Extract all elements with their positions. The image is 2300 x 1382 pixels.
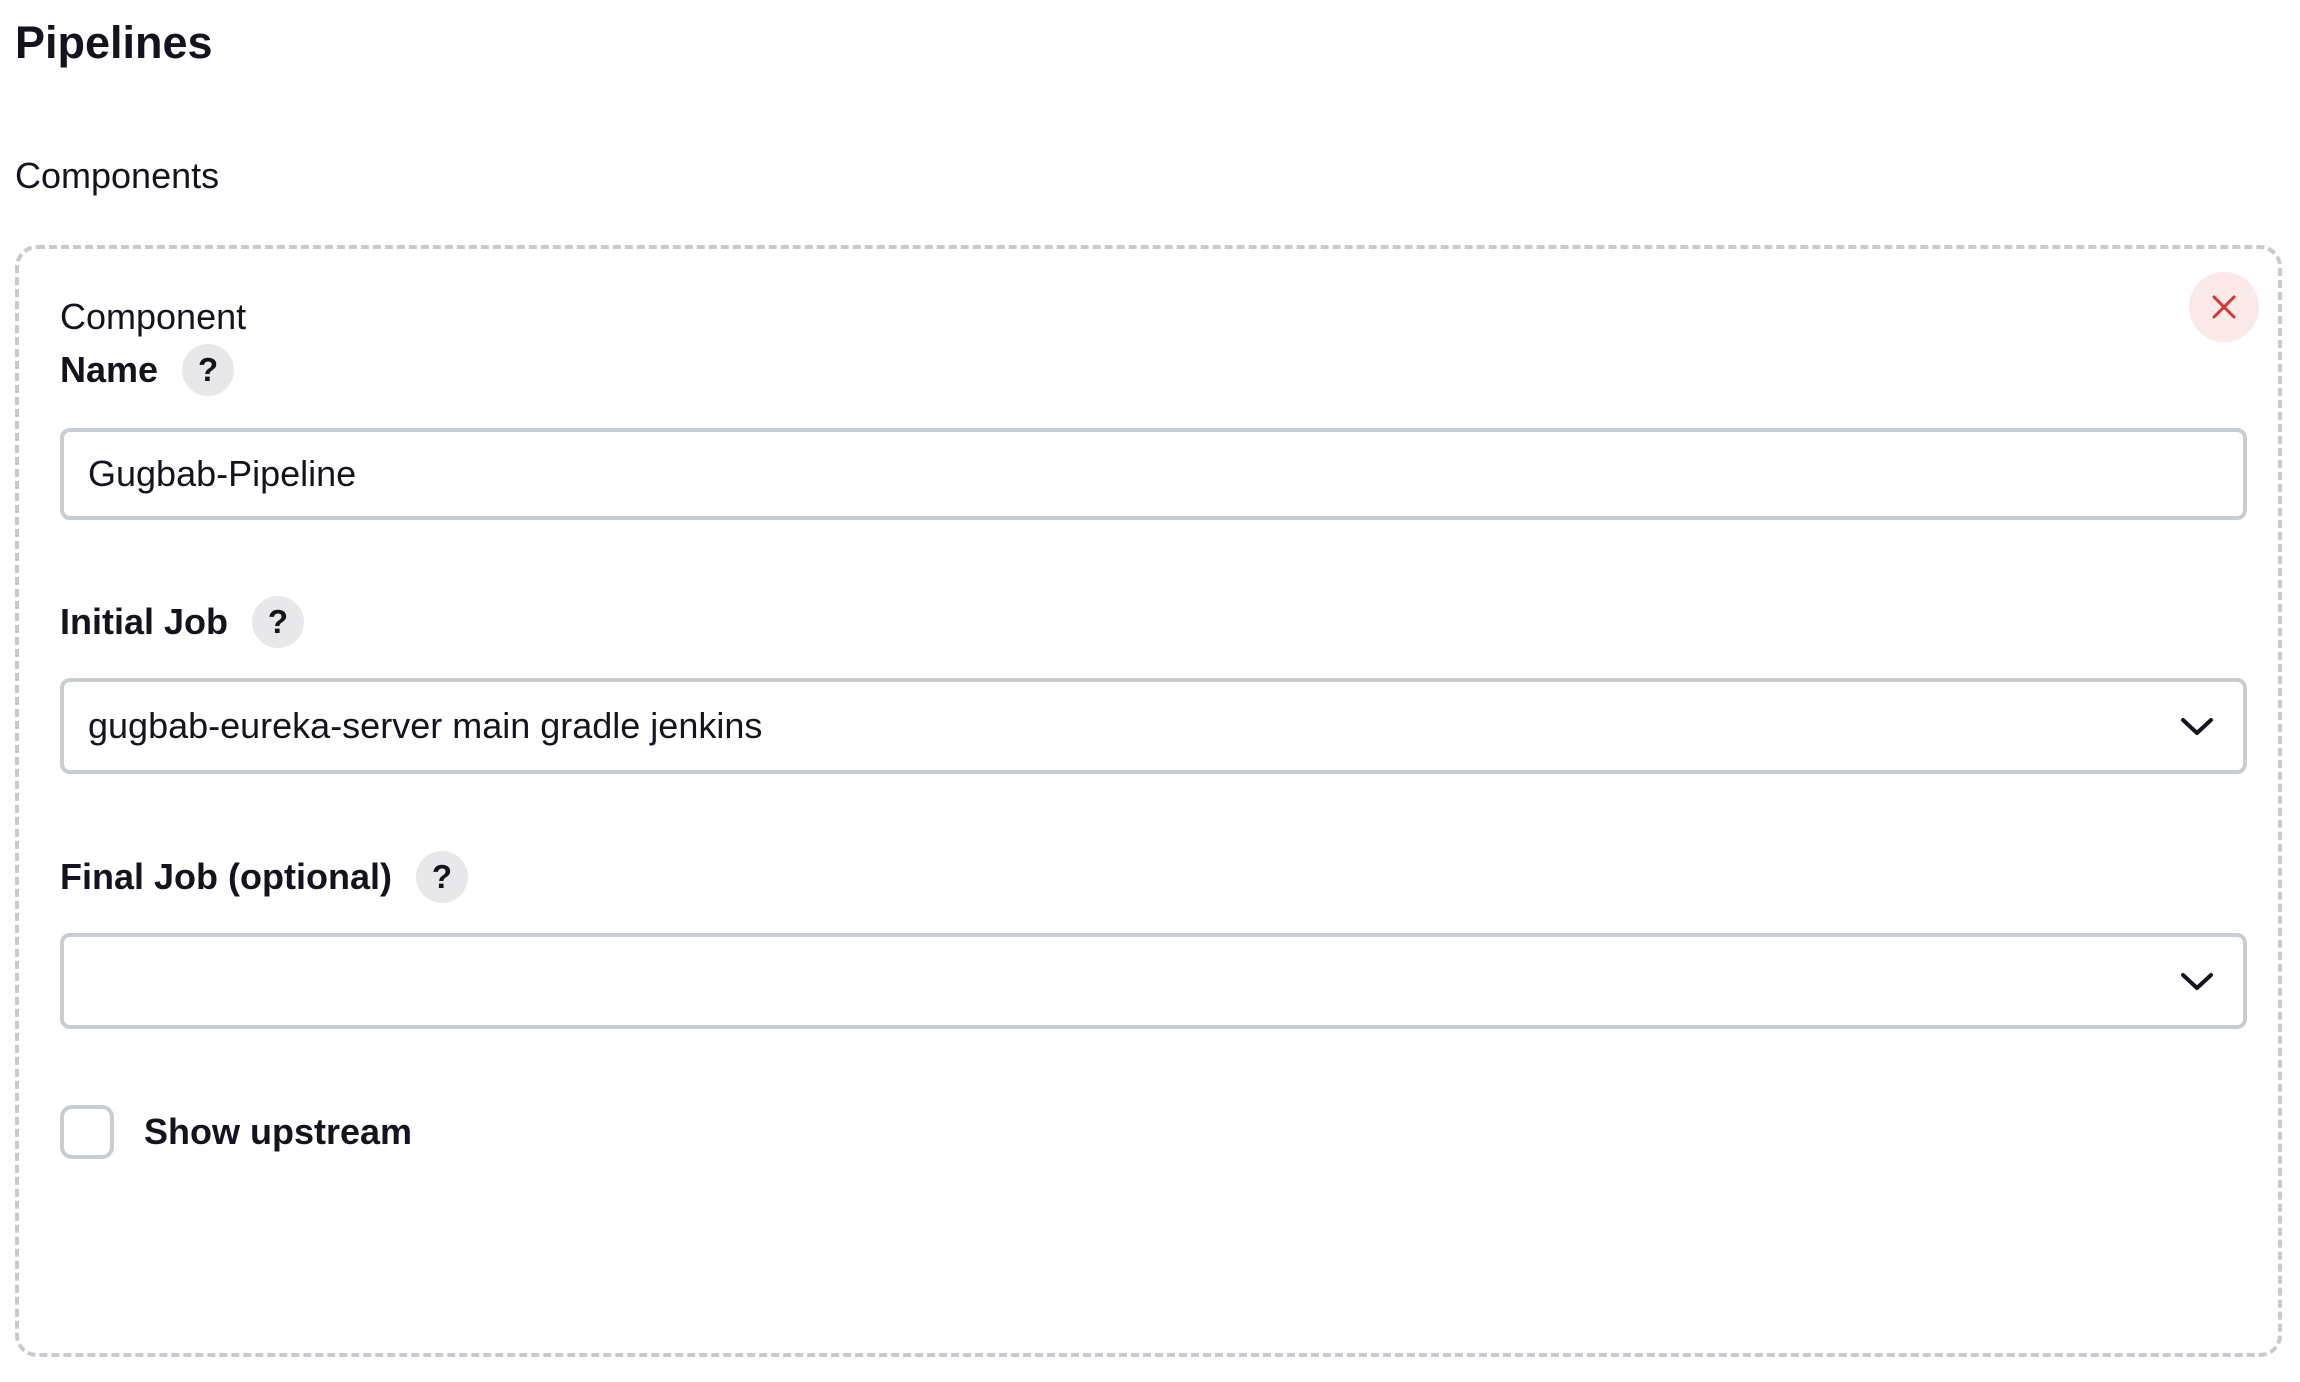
initial-job-label-row: Initial Job ? (60, 596, 305, 648)
chevron-down-icon (2181, 718, 2213, 735)
name-field-label-row: Name ? (60, 344, 235, 396)
section-label-components: Components (15, 155, 220, 196)
initial-job-select[interactable]: gugbab-eureka-server main gradle jenkins (60, 678, 2247, 774)
final-job-label: Final Job (optional) (60, 856, 392, 897)
component-card (15, 245, 2282, 1357)
component-heading: Component (60, 296, 247, 337)
chevron-down-icon (2181, 973, 2213, 990)
initial-job-help-icon[interactable]: ? (252, 596, 305, 648)
initial-job-label: Initial Job (60, 601, 229, 642)
delete-component-button[interactable] (2189, 272, 2259, 342)
final-job-help-icon[interactable]: ? (415, 851, 468, 903)
name-input[interactable] (60, 428, 2247, 520)
final-job-select[interactable] (60, 933, 2247, 1029)
pipelines-config-page: Pipelines Components Component Name ? In… (0, 0, 2300, 1382)
name-label: Name (60, 349, 159, 390)
name-help-icon[interactable]: ? (182, 344, 235, 396)
show-upstream-label[interactable]: Show upstream (144, 1108, 412, 1156)
initial-job-selected-value: gugbab-eureka-server main gradle jenkins (88, 705, 763, 746)
page-title: Pipelines (15, 17, 213, 68)
final-job-label-row: Final Job (optional) ? (60, 851, 468, 903)
close-icon (2212, 295, 2236, 319)
show-upstream-checkbox[interactable] (60, 1105, 114, 1159)
